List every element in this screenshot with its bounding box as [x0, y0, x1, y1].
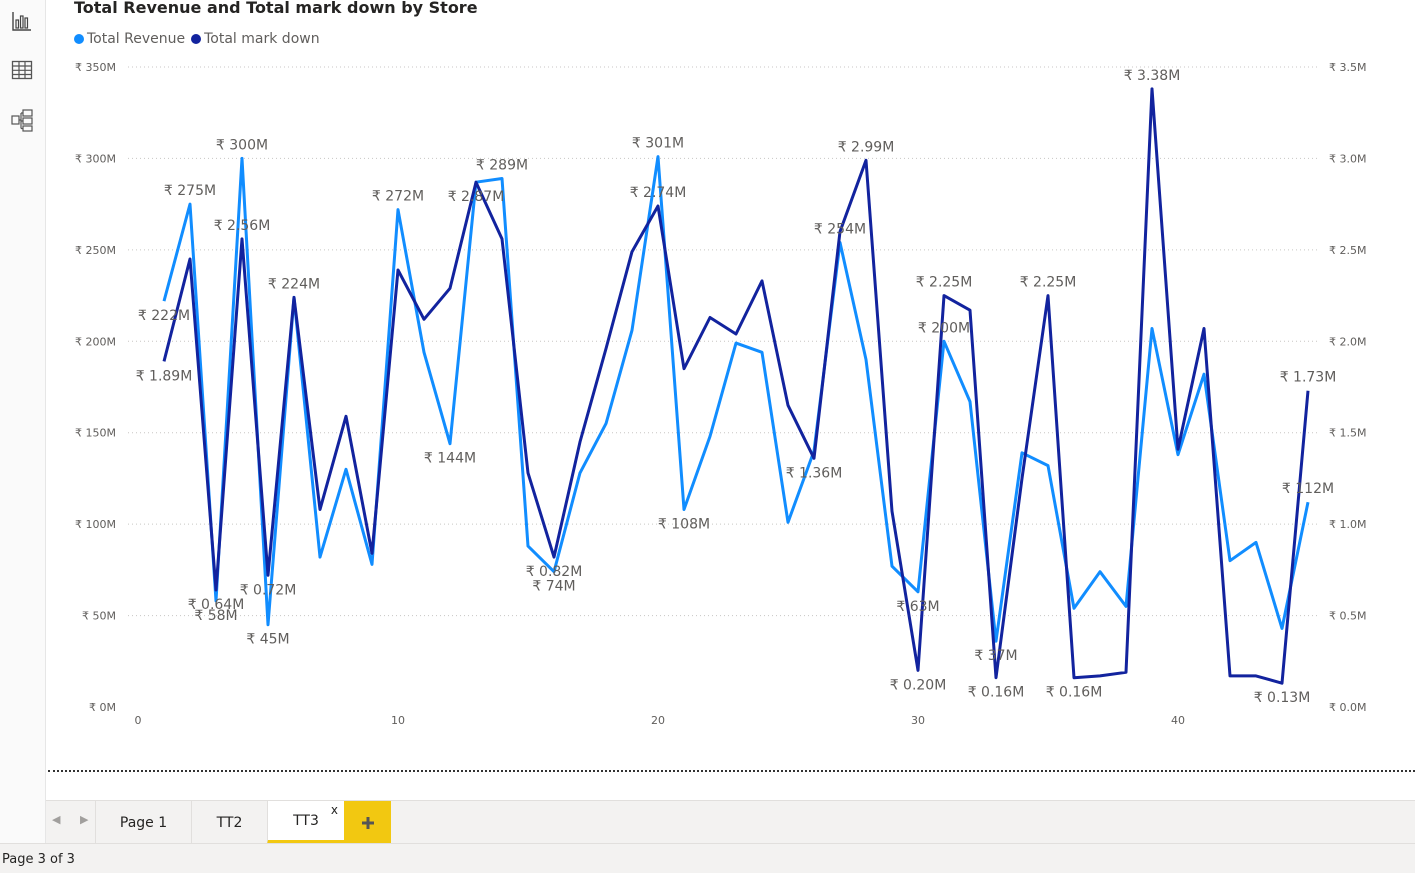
- tab-label: TT3: [293, 812, 319, 829]
- add-page-button[interactable]: [344, 801, 391, 844]
- data-label: ₹ 0.72M: [240, 582, 297, 598]
- x-tick-label: 0: [135, 714, 142, 727]
- y-left-tick-label: ₹ 300M: [75, 152, 116, 165]
- data-label: ₹ 1.89M: [136, 368, 193, 384]
- data-label: ₹ 0.13M: [1254, 690, 1311, 706]
- y-left-tick-label: ₹ 250M: [75, 244, 116, 257]
- chart-legend: Total Revenue Total mark down: [74, 31, 326, 47]
- y-right-tick-label: ₹ 2.5M: [1329, 244, 1366, 257]
- y-right-tick-label: ₹ 1.5M: [1329, 427, 1366, 440]
- data-label: ₹ 3.38M: [1124, 68, 1181, 84]
- next-page-arrow-icon[interactable]: ▶: [80, 813, 88, 826]
- tab-label: Page 1: [119, 814, 168, 831]
- data-label: ₹ 144M: [424, 451, 476, 467]
- data-label: ₹ 0.64M: [188, 597, 245, 613]
- visual-separator: [48, 770, 1415, 772]
- x-tick-label: 10: [391, 714, 405, 727]
- y-right-tick-label: ₹ 1.0M: [1329, 518, 1366, 531]
- model-view-icon[interactable]: [10, 108, 34, 132]
- data-label: ₹ 275M: [164, 183, 216, 199]
- data-label: ₹ 112M: [1282, 481, 1334, 497]
- y-left-tick-label: ₹ 0M: [89, 701, 116, 714]
- y-left-tick-label: ₹ 50M: [82, 610, 116, 623]
- data-label: ₹ 222M: [138, 308, 190, 324]
- legend-item-markdown[interactable]: Total mark down: [191, 31, 320, 47]
- data-label: ₹ 2.99M: [838, 139, 895, 155]
- y-right-tick-label: ₹ 0.0M: [1329, 701, 1366, 714]
- data-label: ₹ 301M: [632, 136, 684, 152]
- tab-page-1[interactable]: Page 1: [95, 801, 191, 844]
- legend-marker-markdown: [191, 34, 202, 44]
- tab-tt2[interactable]: TT2: [191, 801, 267, 844]
- data-label: ₹ 0.16M: [968, 685, 1025, 701]
- data-label: ₹ 0.16M: [1046, 685, 1103, 701]
- y-right-tick-label: ₹ 3.5M: [1329, 61, 1366, 74]
- data-label: ₹ 254M: [814, 222, 866, 238]
- x-tick-label: 20: [651, 714, 665, 727]
- data-label: ₹ 2.25M: [1020, 275, 1077, 291]
- data-label: ₹ 63M: [896, 599, 939, 615]
- page-tab-bar: ◀ ▶ Page 1 TT2 TT3 x: [46, 800, 1415, 844]
- y-right-tick-label: ₹ 3.0M: [1329, 152, 1366, 165]
- report-view-icon[interactable]: [10, 9, 34, 33]
- data-label: ₹ 108M: [658, 517, 710, 533]
- data-label: ₹ 2.25M: [916, 275, 973, 291]
- data-label: ₹ 1.73M: [1280, 370, 1337, 386]
- data-label: ₹ 2.74M: [630, 185, 687, 201]
- series-line-total-markdown: [162, 87, 1310, 685]
- plus-icon: [361, 816, 374, 829]
- y-left-tick-label: ₹ 350M: [75, 61, 116, 74]
- data-label: ₹ 74M: [532, 579, 575, 595]
- tab-close-icon[interactable]: x: [331, 803, 338, 817]
- legend-item-revenue[interactable]: Total Revenue: [74, 31, 185, 47]
- data-view-icon[interactable]: [10, 58, 34, 82]
- data-label: ₹ 45M: [246, 632, 289, 648]
- y-right-tick-label: ₹ 0.5M: [1329, 610, 1366, 623]
- tab-tt3[interactable]: TT3 x: [267, 801, 344, 844]
- legend-label-markdown: Total mark down: [204, 31, 320, 47]
- status-bar: Page 3 of 3: [0, 843, 1415, 873]
- data-label: ₹ 0.82M: [526, 564, 583, 580]
- y-left-tick-label: ₹ 200M: [75, 335, 116, 348]
- data-label: ₹ 0.20M: [890, 677, 947, 693]
- x-tick-label: 30: [911, 714, 925, 727]
- y-left-tick-label: ₹ 100M: [75, 518, 116, 531]
- data-label: ₹ 37M: [974, 648, 1017, 664]
- y-right-tick-label: ₹ 2.0M: [1329, 335, 1366, 348]
- data-label: ₹ 2.56M: [214, 218, 271, 234]
- data-label: ₹ 2.87M: [448, 189, 505, 205]
- y-left-tick-label: ₹ 150M: [75, 427, 116, 440]
- x-tick-label: 40: [1171, 714, 1185, 727]
- prev-page-arrow-icon[interactable]: ◀: [52, 813, 60, 826]
- series-line-total-revenue: [162, 155, 1310, 643]
- data-label: ₹ 224M: [268, 276, 320, 292]
- legend-label-revenue: Total Revenue: [87, 31, 186, 47]
- data-label: ₹ 200M: [918, 320, 970, 336]
- tab-label: TT2: [216, 814, 243, 831]
- data-label: ₹ 1.36M: [786, 465, 843, 481]
- chart-title: Total Revenue and Total mark down by Sto…: [74, 0, 478, 17]
- legend-marker-revenue: [74, 34, 84, 44]
- view-switcher-rail: [0, 0, 46, 843]
- data-label: ₹ 300M: [216, 137, 268, 153]
- page-indicator: Page 3 of 3: [2, 852, 75, 867]
- data-label: ₹ 272M: [372, 189, 424, 205]
- data-label: ₹ 289M: [476, 158, 528, 174]
- line-chart: ₹ 0M ₹ 0.0M ₹ 50M ₹ 0.5M ₹ 100M ₹ 1.0M ₹ 150M ₹…: [75, 61, 1366, 727]
